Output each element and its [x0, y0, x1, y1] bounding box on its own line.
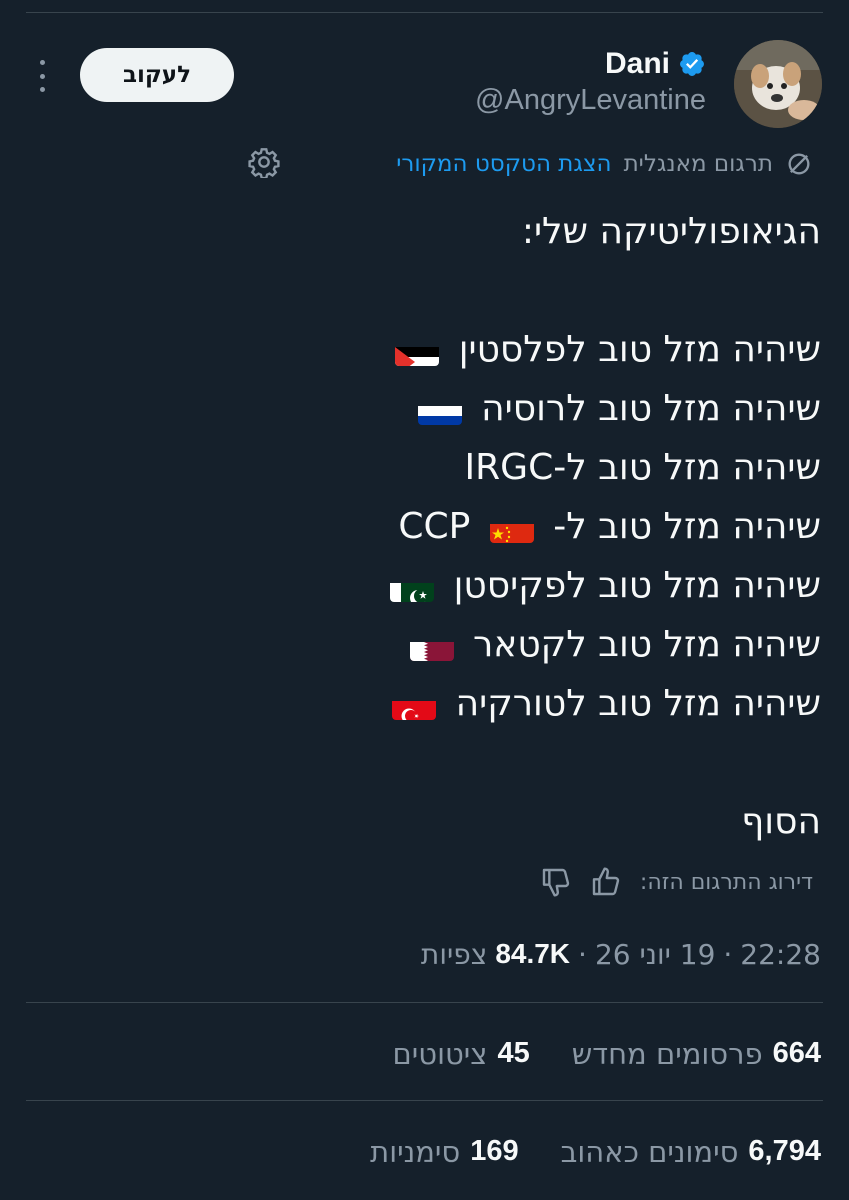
avatar-image: [734, 40, 822, 128]
line-text: שיהיה מזל טוב לרוסיה: [481, 388, 821, 429]
tweet-meta: 22:28 · 19 יוני 26 · 84.7K צפיות: [421, 932, 821, 976]
divider: [26, 1002, 823, 1003]
more-options-icon[interactable]: [30, 56, 54, 96]
quotes-count: 45: [497, 1037, 530, 1069]
tweet-line-pakistan: שיהיה מזל טוב לפקיסטן: [41, 556, 821, 615]
qatar-flag-icon: [409, 631, 454, 661]
author-name-row[interactable]: Dani: [605, 44, 706, 84]
divider: [26, 1100, 823, 1101]
avatar[interactable]: [734, 40, 822, 128]
translation-rating: דירוג התרגום הזה:: [540, 862, 813, 902]
tweet-time[interactable]: 22:28: [740, 938, 821, 971]
line-text: שיהיה מזל טוב לפלסטין: [458, 329, 821, 370]
reposts-label: פרסומים מחדש: [571, 1037, 763, 1071]
tweet-line-end: הסוף: [741, 801, 821, 842]
bookmarks-stat[interactable]: 169 סימניות: [370, 1135, 518, 1169]
views-count: 84.7K: [495, 938, 571, 969]
tweet-line-ccp: שיהיה מזל טוב ל- CCP: [41, 497, 821, 556]
separator: ·: [723, 937, 733, 971]
show-original-link[interactable]: הצגת הטקסט המקורי: [396, 151, 611, 177]
tweet-line-heading: הגיאופוליטיקה שלי:: [521, 211, 821, 252]
tweet-line-irgc: שיהיה מזל טוב ל-IRGC: [464, 447, 821, 488]
engagement-stats-row-2: 6,794 סימונים כאהוב 169 סימניות: [328, 1130, 821, 1174]
translation-label: תרגום מאנגלית: [623, 151, 773, 177]
translate-icon: [788, 153, 810, 175]
verified-badge-icon: [680, 52, 704, 76]
reposts-count: 664: [772, 1037, 821, 1069]
ccp-text: CCP: [398, 506, 471, 547]
tweet-date[interactable]: 19 יוני 26: [595, 938, 715, 971]
views-label: צפיות: [420, 937, 488, 971]
line-text: שיהיה מזל טוב לטורקיה: [455, 683, 821, 724]
separator: ·: [578, 937, 587, 971]
line-text: שיהיה מזל טוב ל-: [553, 506, 821, 547]
thumbs-up-icon[interactable]: [590, 866, 622, 898]
china-flag-icon: [489, 513, 534, 543]
likes-stat[interactable]: 6,794 סימונים כאהוב: [561, 1135, 821, 1169]
turkey-flag-icon: [392, 690, 437, 720]
russia-flag-icon: [417, 395, 462, 425]
tweet-line-russia: שיהיה מזל טוב לרוסיה: [41, 379, 821, 438]
follow-button[interactable]: לעקוב: [80, 48, 234, 102]
line-text: שיהיה מזל טוב לפקיסטן: [453, 565, 821, 606]
gear-icon[interactable]: [248, 146, 280, 178]
tweet-text: הגיאופוליטיקה שלי: שיהיה מזל טוב לפלסטין…: [41, 202, 821, 851]
line-text: שיהיה מזל טוב לקטאר: [472, 624, 821, 665]
engagement-stats-row-1: 664 פרסומים מחדש 45 ציטוטים: [351, 1032, 821, 1076]
bookmarks-count: 169: [470, 1135, 519, 1167]
thumbs-down-icon[interactable]: [540, 866, 572, 898]
tweet-line-turkey: שיהיה מזל טוב לטורקיה: [41, 674, 821, 733]
rating-label: דירוג התרגום הזה:: [639, 869, 813, 895]
tweet-header: Dani @AngryLevantine לעקוב: [0, 0, 849, 140]
quotes-stat[interactable]: 45 ציטוטים: [393, 1037, 530, 1071]
bookmarks-label: סימניות: [370, 1135, 461, 1169]
tweet-line-palestine: שיהיה מזל טוב לפלסטין: [41, 320, 821, 379]
tweet-line-qatar: שיהיה מזל טוב לקטאר: [41, 615, 821, 674]
translation-bar: תרגום מאנגלית הצגת הטקסט המקורי: [396, 146, 813, 182]
author-display-name[interactable]: Dani: [605, 47, 670, 81]
likes-count: 6,794: [748, 1135, 821, 1167]
likes-label: סימונים כאהוב: [560, 1135, 739, 1169]
pakistan-flag-icon: [390, 572, 435, 602]
reposts-stat[interactable]: 664 פרסומים מחדש: [572, 1037, 821, 1071]
quotes-label: ציטוטים: [392, 1037, 488, 1071]
palestine-flag-icon: [395, 336, 440, 366]
author-handle[interactable]: @AngryLevantine: [475, 84, 706, 117]
